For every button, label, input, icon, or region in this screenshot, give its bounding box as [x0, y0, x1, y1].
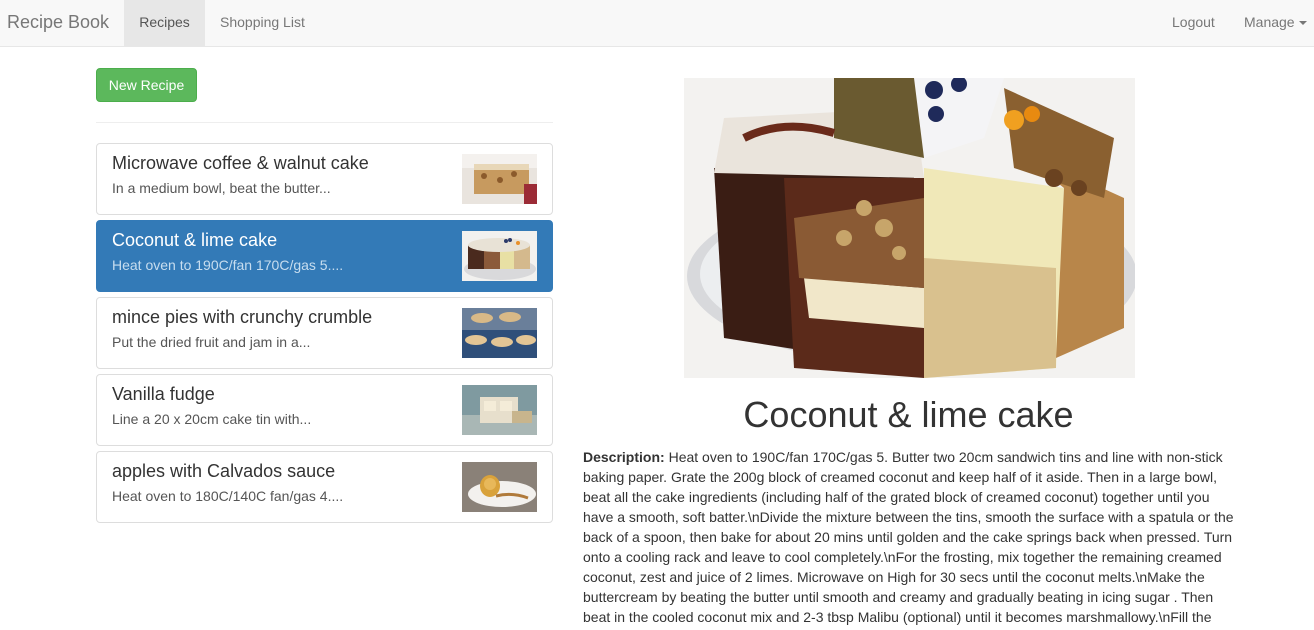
recipe-list-item[interactable]: Vanilla fudge Line a 20 x 20cm cake tin …: [96, 374, 553, 446]
recipe-list-item[interactable]: apples with Calvados sauce Heat oven to …: [96, 451, 553, 523]
recipe-thumbnail: [462, 231, 537, 281]
recipe-list-item[interactable]: mince pies with crunchy crumble Put the …: [96, 297, 553, 369]
recipe-title: Coconut & lime cake: [112, 230, 278, 250]
manage-dropdown[interactable]: Manage: [1229, 0, 1307, 46]
recipe-description: Heat oven to 180C/140C fan/gas 4....: [112, 488, 344, 504]
recipe-title: Microwave coffee & walnut cake: [112, 153, 369, 173]
divider: [96, 122, 553, 123]
recipe-title: apples with Calvados sauce: [112, 461, 336, 481]
recipe-thumbnail: [462, 154, 537, 204]
nav-recipes[interactable]: Recipes: [124, 0, 205, 46]
logout-link[interactable]: Logout: [1157, 0, 1230, 46]
recipe-thumbnail: [462, 385, 537, 435]
recipe-description: In a medium bowl, beat the butter...: [112, 180, 331, 196]
description-label: Description:: [583, 449, 665, 465]
recipe-detail-title: Coconut & lime cake: [743, 394, 1074, 435]
recipe-list-item-active[interactable]: Coconut & lime cake Heat oven to 190C/fa…: [96, 220, 553, 292]
manage-label: Manage: [1244, 14, 1295, 30]
recipe-list-item[interactable]: Microwave coffee & walnut cake In a medi…: [96, 143, 553, 215]
nav-shopping-list[interactable]: Shopping List: [205, 0, 320, 46]
recipe-description: Heat oven to 190C/fan 170C/gas 5....: [112, 257, 344, 273]
new-recipe-button[interactable]: New Recipe: [96, 68, 197, 102]
recipe-title: Vanilla fudge: [112, 384, 215, 404]
recipe-description: Put the dried fruit and jam in a...: [112, 334, 311, 350]
recipe-thumbnail: [462, 308, 537, 358]
caret-down-icon: [1298, 21, 1307, 26]
brand-link[interactable]: Recipe Book: [7, 0, 109, 46]
recipe-image: [684, 78, 1135, 378]
navbar: Recipe Book Recipes Shopping List Logout…: [0, 0, 1314, 47]
description-text: Heat oven to 190C/fan 170C/gas 5. Butter…: [583, 449, 1234, 625]
recipe-description: Line a 20 x 20cm cake tin with...: [112, 411, 312, 427]
recipe-thumbnail: [462, 462, 537, 512]
recipe-detail-description: Description: Heat oven to 190C/fan 170C/…: [583, 447, 1238, 627]
recipe-title: mince pies with crunchy crumble: [112, 307, 373, 327]
